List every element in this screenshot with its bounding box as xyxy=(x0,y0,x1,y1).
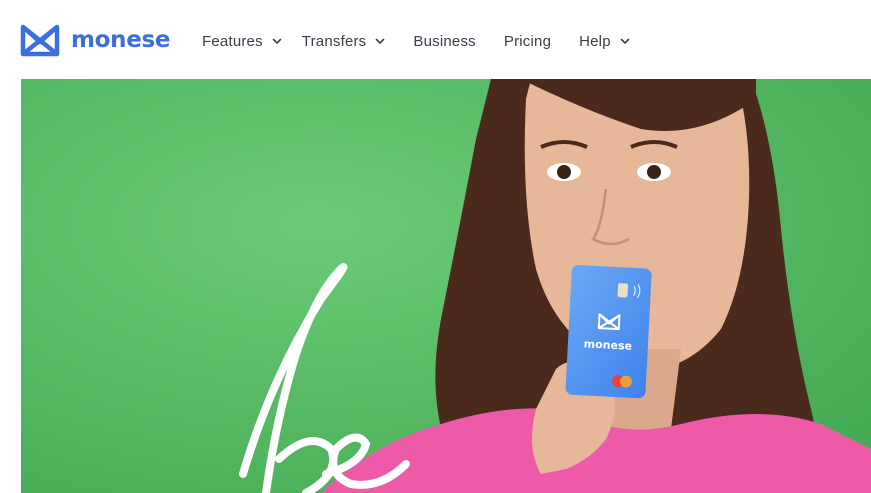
nav-item-features[interactable]: Features xyxy=(202,33,282,50)
brand-name: monese xyxy=(71,27,171,53)
nav-label-business: Business xyxy=(413,32,476,50)
nav-item-transfers[interactable]: Transfers xyxy=(302,33,386,50)
chevron-down-icon xyxy=(376,38,385,45)
main-nav: Features Transfers Business Pricing Help xyxy=(202,29,630,53)
card-chip xyxy=(617,283,629,298)
monese-logo-icon xyxy=(20,24,60,57)
site-header: monese Features Transfers Business Prici… xyxy=(0,0,871,79)
nav-label-transfers: Transfers xyxy=(301,32,367,50)
person-iris-right xyxy=(647,165,661,179)
hero-image: monese be xyxy=(21,79,871,493)
debit-card: monese xyxy=(565,264,652,399)
nav-label-features: Features xyxy=(202,32,263,50)
nav-item-business[interactable]: Business xyxy=(413,33,475,50)
card-brand-text: monese xyxy=(583,337,632,353)
hero-banner: monese be xyxy=(21,79,871,493)
nav-item-pricing[interactable]: Pricing xyxy=(504,33,551,50)
brand-logo[interactable]: monese xyxy=(19,22,171,58)
nav-label-help: Help xyxy=(579,32,611,50)
chevron-down-icon xyxy=(620,38,630,45)
nav-item-help[interactable]: Help xyxy=(579,33,630,50)
person-iris-left xyxy=(557,165,571,179)
nav-label-pricing: Pricing xyxy=(503,32,552,50)
chevron-down-icon xyxy=(272,38,282,45)
